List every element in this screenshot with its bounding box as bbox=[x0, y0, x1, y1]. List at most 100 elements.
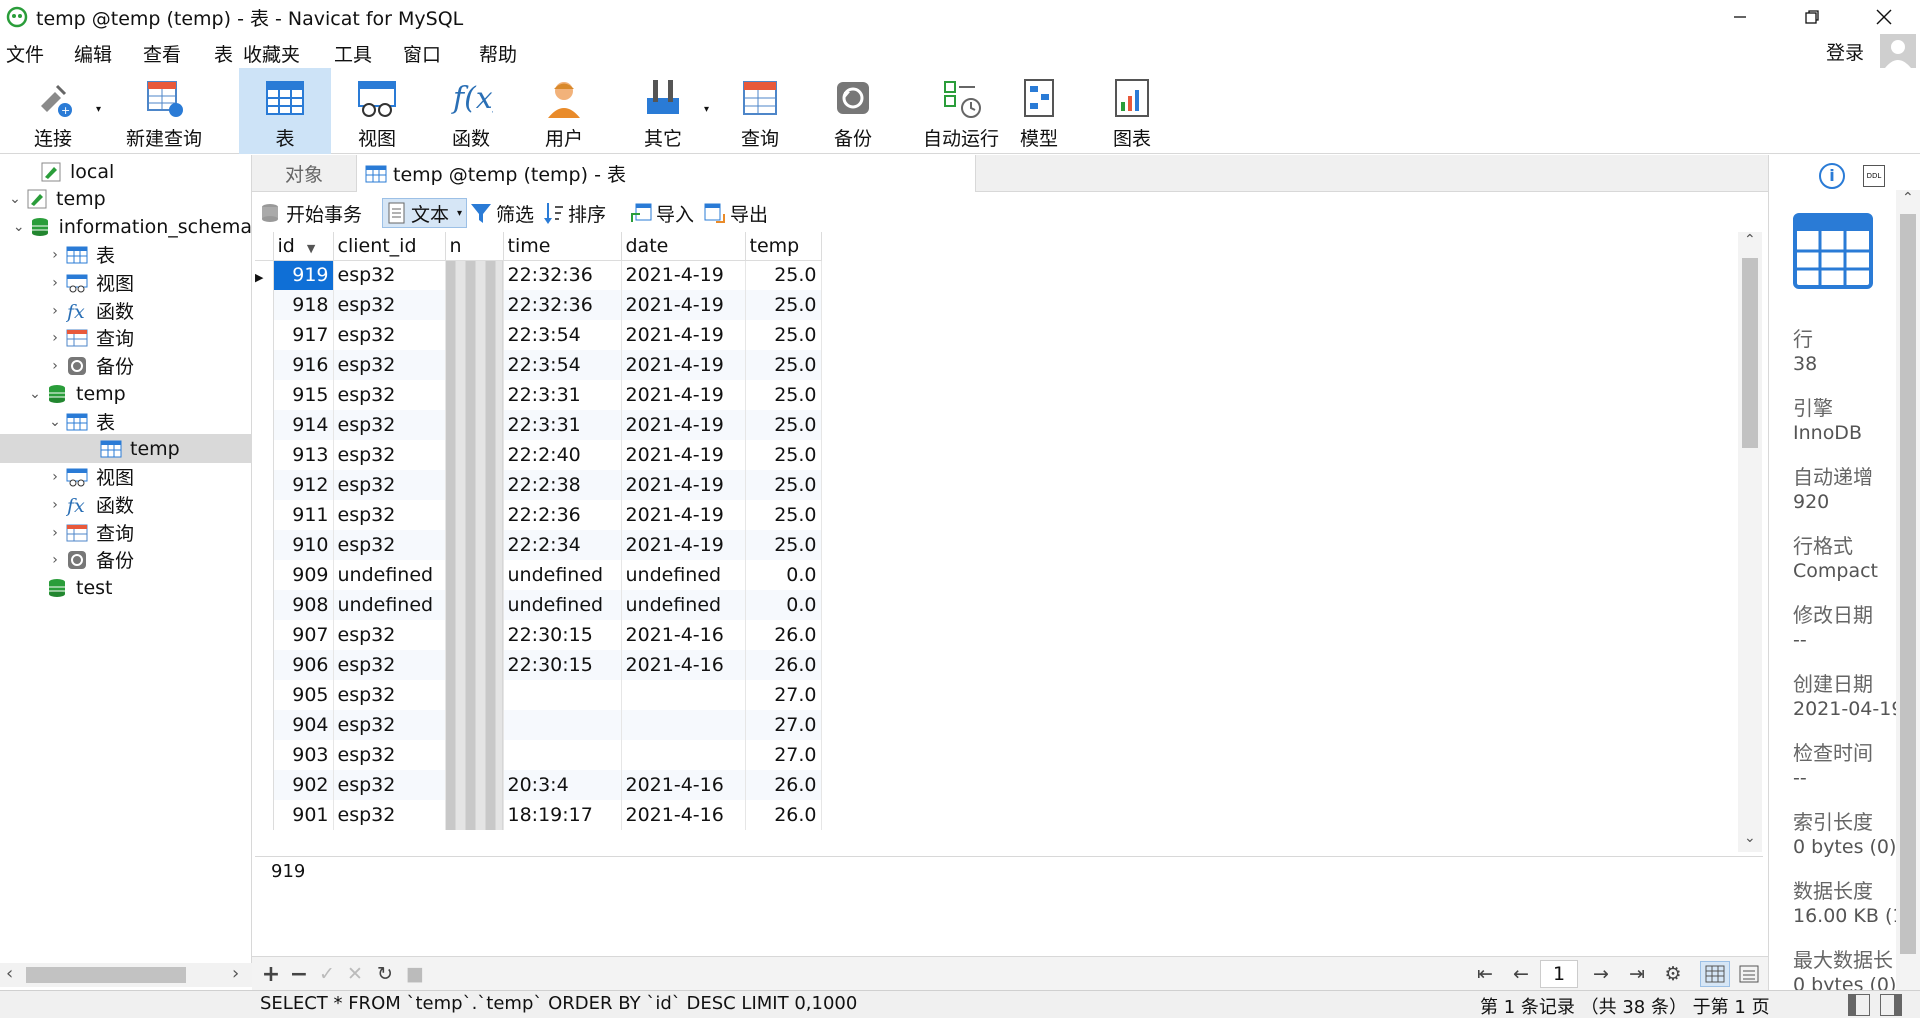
table-row[interactable]: 901 esp32 18:19:17 2021-4-16 26.0 bbox=[255, 800, 822, 830]
grid-cell[interactable]: 22:2:38 bbox=[503, 470, 622, 500]
grid-cell[interactable]: esp32 bbox=[333, 740, 446, 770]
grid-cell[interactable]: 907 bbox=[273, 620, 334, 650]
dropdown-arrow-icon[interactable]: ▾ bbox=[704, 104, 709, 115]
table-row[interactable]: 909 undefined undefined undefined 0.0 bbox=[255, 560, 822, 590]
tree-node-temp-1[interactable]: ⌄ temp bbox=[0, 184, 252, 213]
row-indicator[interactable] bbox=[255, 410, 274, 440]
tree-node--3[interactable]: › 表 bbox=[0, 240, 252, 269]
table-row[interactable]: 918 esp32 22:32:36 2021-4-19 25.0 bbox=[255, 290, 822, 320]
column-header-temp[interactable]: temp bbox=[745, 232, 822, 261]
avatar[interactable] bbox=[1880, 34, 1916, 70]
column-header-client-id[interactable]: client_id bbox=[333, 232, 446, 261]
grid-cell[interactable] bbox=[445, 650, 504, 680]
page-number-input[interactable]: 1 bbox=[1540, 960, 1578, 988]
menu-favorites[interactable]: 收藏夹 bbox=[243, 40, 300, 67]
grid-cell[interactable]: esp32 bbox=[333, 530, 446, 560]
grid-cell[interactable]: undefined bbox=[333, 590, 446, 620]
grid-cell[interactable]: 22:32:36 bbox=[503, 260, 622, 290]
menu-view[interactable]: 查看 bbox=[143, 40, 181, 67]
grid-view-button[interactable] bbox=[1700, 961, 1730, 987]
grid-cell[interactable]: 2021-4-16 bbox=[621, 620, 746, 650]
dropdown-arrow-icon[interactable]: ▾ bbox=[457, 208, 462, 219]
export-button[interactable]: 导出 bbox=[704, 198, 768, 228]
tree-node--14[interactable]: › 备份 bbox=[0, 545, 252, 574]
grid-cell[interactable]: 2021-4-16 bbox=[621, 650, 746, 680]
table-row[interactable]: 906 esp32 22:30:15 2021-4-16 26.0 bbox=[255, 650, 822, 680]
grid-cell[interactable] bbox=[445, 740, 504, 770]
tree-node--11[interactable]: › 视图 bbox=[0, 462, 252, 491]
grid-cell[interactable]: esp32 bbox=[333, 710, 446, 740]
grid-cell[interactable]: 25.0 bbox=[745, 350, 822, 380]
close-button[interactable] bbox=[1856, 0, 1912, 34]
filter-button[interactable]: 筛选 bbox=[470, 198, 534, 228]
grid-cell[interactable]: esp32 bbox=[333, 770, 446, 800]
grid-cell[interactable]: 2021-4-19 bbox=[621, 260, 746, 290]
grid-cell[interactable]: esp32 bbox=[333, 620, 446, 650]
grid-cell[interactable]: esp32 bbox=[333, 410, 446, 440]
tree-node--6[interactable]: › 查询 bbox=[0, 323, 252, 352]
sidebar-horizontal-scrollbar[interactable]: ‹ › bbox=[0, 963, 252, 987]
row-indicator[interactable] bbox=[255, 530, 274, 560]
grid-cell[interactable]: 22:3:54 bbox=[503, 320, 622, 350]
grid-cell[interactable]: 26.0 bbox=[745, 800, 822, 830]
menu-file[interactable]: 文件 bbox=[6, 40, 44, 67]
grid-cell[interactable]: 913 bbox=[273, 440, 334, 470]
grid-cell[interactable] bbox=[621, 710, 746, 740]
grid-cell[interactable]: 27.0 bbox=[745, 710, 822, 740]
tree-node-test-15[interactable]: test bbox=[0, 573, 252, 602]
tree-node--9[interactable]: ⌄ 表 bbox=[0, 407, 252, 436]
tree-node--4[interactable]: › 视图 bbox=[0, 268, 252, 297]
grid-cell[interactable]: 912 bbox=[273, 470, 334, 500]
row-indicator[interactable] bbox=[255, 740, 274, 770]
grid-cell[interactable] bbox=[503, 740, 622, 770]
toolbar-connect-button[interactable]: + 连接 bbox=[18, 68, 88, 154]
chevron-right-icon[interactable]: › bbox=[48, 330, 62, 346]
chevron-down-icon[interactable]: ⌄ bbox=[28, 386, 42, 402]
row-indicator[interactable] bbox=[255, 590, 274, 620]
grid-cell[interactable]: 2021-4-19 bbox=[621, 470, 746, 500]
row-indicator[interactable] bbox=[255, 500, 274, 530]
row-indicator[interactable] bbox=[255, 710, 274, 740]
login-link[interactable]: 登录 bbox=[1826, 38, 1864, 65]
grid-cell[interactable] bbox=[445, 380, 504, 410]
chevron-right-icon[interactable]: › bbox=[48, 247, 62, 263]
column-header-n[interactable]: n bbox=[445, 232, 504, 261]
grid-cell[interactable]: esp32 bbox=[333, 350, 446, 380]
previous-page-button[interactable]: ← bbox=[1508, 961, 1534, 987]
grid-cell[interactable]: 27.0 bbox=[745, 680, 822, 710]
row-indicator[interactable] bbox=[255, 470, 274, 500]
chevron-right-icon[interactable]: › bbox=[48, 303, 62, 319]
grid-cell[interactable]: esp32 bbox=[333, 680, 446, 710]
toolbar-chart-button[interactable]: 图表 bbox=[1099, 68, 1165, 154]
grid-cell[interactable] bbox=[445, 620, 504, 650]
grid-cell[interactable] bbox=[445, 800, 504, 830]
grid-cell[interactable]: 27.0 bbox=[745, 740, 822, 770]
row-indicator[interactable] bbox=[255, 770, 274, 800]
tree-node--7[interactable]: › 备份 bbox=[0, 351, 252, 380]
grid-cell[interactable]: 902 bbox=[273, 770, 334, 800]
grid-cell[interactable]: esp32 bbox=[333, 260, 446, 290]
grid-cell[interactable] bbox=[503, 680, 622, 710]
grid-cell[interactable]: 22:32:36 bbox=[503, 290, 622, 320]
grid-cell[interactable]: 904 bbox=[273, 710, 334, 740]
grid-cell[interactable]: 2021-4-19 bbox=[621, 530, 746, 560]
table-row[interactable]: 914 esp32 22:3:31 2021-4-19 25.0 bbox=[255, 410, 822, 440]
menu-help[interactable]: 帮助 bbox=[479, 40, 517, 67]
grid-cell[interactable]: 901 bbox=[273, 800, 334, 830]
tree-node--12[interactable]: › fx 函数 bbox=[0, 490, 252, 519]
form-view-button[interactable] bbox=[1736, 961, 1762, 987]
grid-cell[interactable] bbox=[445, 290, 504, 320]
tree-node-local-0[interactable]: local bbox=[0, 157, 252, 186]
toolbar-other-button[interactable]: 其它 bbox=[630, 68, 696, 154]
grid-cell[interactable]: 26.0 bbox=[745, 620, 822, 650]
info-panel-scrollbar[interactable]: ⌃ bbox=[1896, 190, 1920, 990]
refresh-button[interactable]: ↻ bbox=[372, 961, 398, 987]
grid-cell[interactable]: 22:30:15 bbox=[503, 650, 622, 680]
restore-button[interactable] bbox=[1784, 0, 1840, 34]
grid-cell[interactable]: 25.0 bbox=[745, 260, 822, 290]
apply-changes-button[interactable]: ✓ bbox=[314, 961, 340, 987]
grid-cell[interactable] bbox=[621, 680, 746, 710]
table-row[interactable]: 916 esp32 22:3:54 2021-4-19 25.0 bbox=[255, 350, 822, 380]
grid-cell[interactable]: 2021-4-19 bbox=[621, 320, 746, 350]
table-row[interactable]: 907 esp32 22:30:15 2021-4-16 26.0 bbox=[255, 620, 822, 650]
